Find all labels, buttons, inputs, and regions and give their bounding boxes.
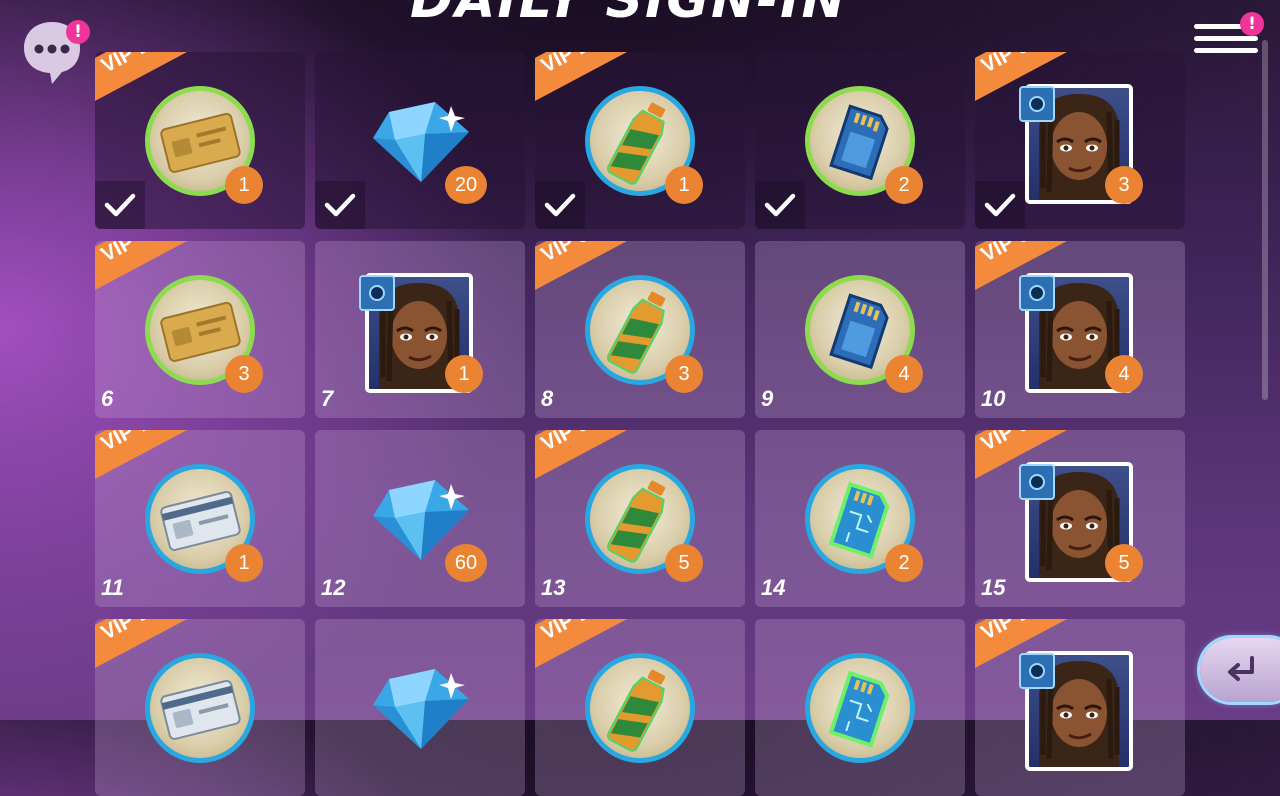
- menu-button[interactable]: !: [1194, 12, 1264, 64]
- day-number: 12: [321, 575, 346, 600]
- reward-tile[interactable]: 49: [755, 241, 965, 418]
- quantity-badge: 60: [445, 544, 487, 582]
- day-number: 14: [761, 575, 786, 600]
- quantity-badge: 4: [1105, 355, 1143, 393]
- page-title: DAILY SIGN-IN: [410, 0, 847, 30]
- day-number: 7: [321, 386, 334, 411]
- back-button[interactable]: [1200, 638, 1280, 702]
- quantity-badge: 5: [1105, 544, 1143, 582]
- check-icon: [324, 193, 356, 217]
- vip-ribbon: VIP 1: [95, 52, 221, 114]
- notification-badge: !: [66, 20, 90, 44]
- reward-tile[interactable]: 20: [315, 52, 525, 229]
- vip-ribbon: VIP 10: [95, 619, 221, 681]
- circuit-card-icon: [828, 670, 890, 748]
- day-number: 11: [101, 575, 124, 600]
- reward-tile[interactable]: VIP 5 3 8: [535, 241, 745, 418]
- day-number: 10: [981, 386, 1006, 411]
- reward-tile[interactable]: 17: [315, 241, 525, 418]
- claimed-check: [315, 181, 365, 229]
- day-number: 9: [761, 386, 774, 411]
- vip-ribbon: VIP 11: [535, 619, 661, 681]
- reward-tile[interactable]: VIP 2 1: [535, 52, 745, 229]
- reward-tile[interactable]: [315, 619, 525, 796]
- claimed-check: [95, 181, 145, 229]
- quantity-badge: 20: [445, 166, 487, 204]
- quantity-badge: 1: [225, 544, 263, 582]
- quantity-badge: 4: [885, 355, 923, 393]
- reward-tile[interactable]: VIP 7 1 11: [95, 430, 305, 607]
- quantity-badge: 1: [225, 166, 263, 204]
- scrollbar[interactable]: [1262, 40, 1268, 400]
- quantity-badge: 5: [665, 544, 703, 582]
- quantity-badge: 2: [885, 166, 923, 204]
- reward-tile[interactable]: 2 14: [755, 430, 965, 607]
- check-icon: [544, 193, 576, 217]
- reward-tile[interactable]: VIP 6 4 10: [975, 241, 1185, 418]
- day-number: 15: [981, 575, 1006, 600]
- reward-tile[interactable]: VIP 8 5 13: [535, 430, 745, 607]
- day-number: 8: [541, 386, 554, 411]
- vip-ribbon: VIP 7: [95, 430, 221, 492]
- day-number: 13: [541, 575, 566, 600]
- reward-tile[interactable]: VIP 10: [95, 619, 305, 796]
- reward-tile[interactable]: 2: [755, 52, 965, 229]
- vip-ribbon: VIP 2: [535, 52, 661, 114]
- reward-tile[interactable]: VIP 3 3: [975, 52, 1185, 229]
- quantity-badge: 1: [445, 355, 483, 393]
- check-icon: [104, 193, 136, 217]
- chip-badge-icon: [359, 275, 395, 311]
- day-number: 6: [101, 386, 114, 411]
- diamond-gem-icon: [373, 669, 469, 749]
- check-icon: [764, 193, 796, 217]
- quantity-badge: 1: [665, 166, 703, 204]
- quantity-badge: 3: [1105, 166, 1143, 204]
- vip-ribbon: VIP 3: [975, 52, 1101, 114]
- reward-tile[interactable]: VIP 11: [535, 619, 745, 796]
- reward-tile[interactable]: VIP 12: [975, 619, 1185, 796]
- vip-ribbon: VIP 6: [975, 241, 1101, 303]
- quantity-badge: 3: [665, 355, 703, 393]
- reward-tile[interactable]: 60 12: [315, 430, 525, 607]
- vip-ribbon: VIP 12: [975, 619, 1101, 681]
- check-icon: [984, 193, 1016, 217]
- reward-tile[interactable]: VIP 1 1: [95, 52, 305, 229]
- claimed-check: [755, 181, 805, 229]
- vip-ribbon: VIP 4: [95, 241, 221, 303]
- reward-tile[interactable]: [755, 619, 965, 796]
- claimed-check: [975, 181, 1025, 229]
- reward-tile[interactable]: VIP 4 3 6: [95, 241, 305, 418]
- claimed-check: [535, 181, 585, 229]
- reward-icon-circle: [805, 653, 915, 763]
- vip-ribbon: VIP 5: [535, 241, 661, 303]
- reward-tile[interactable]: VIP 9 5 15: [975, 430, 1185, 607]
- notification-badge: !: [1240, 12, 1264, 36]
- vip-ribbon: VIP 8: [535, 430, 661, 492]
- chat-button[interactable]: !: [22, 18, 90, 84]
- vip-ribbon: VIP 9: [975, 430, 1101, 492]
- quantity-badge: 3: [225, 355, 263, 393]
- return-arrow-icon: [1228, 656, 1254, 681]
- quantity-badge: 2: [885, 544, 923, 582]
